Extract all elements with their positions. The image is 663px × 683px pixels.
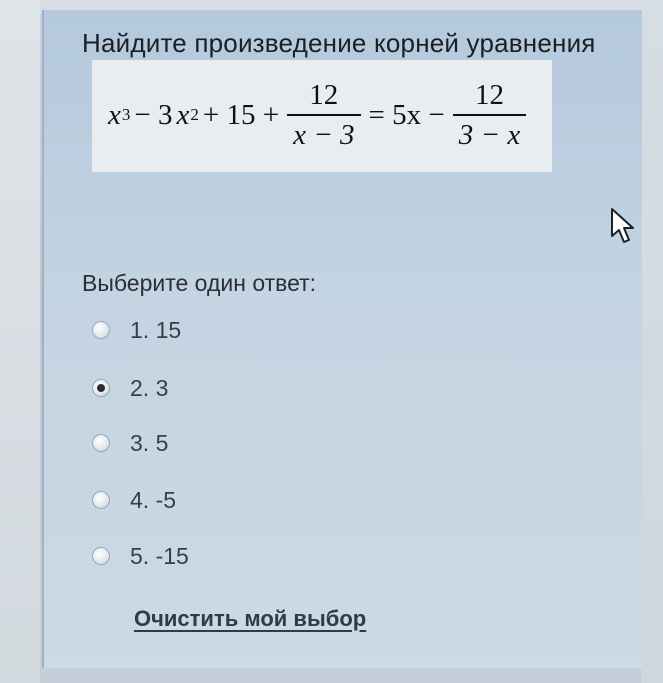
clear-choice-link[interactable]: Очистить мой выбор [134,606,366,632]
question-text: Найдите произведение корней уравнения [82,28,596,58]
mouse-pointer-icon [611,208,634,243]
exponent-3: 3 [121,105,131,124]
left-gutter [0,0,40,683]
term-plus-15: + 15 + [202,98,280,131]
radio-button-5[interactable] [92,547,110,565]
term-minus-3: − 3 [134,98,173,131]
radio-button-2[interactable] [92,379,110,397]
equation: x3 − 3x2 + 15 + 12 x − 3 = 5x − 12 3 − x [108,70,530,160]
option-3-label: 3. 5 [130,429,169,456]
term-equals-5x: = 5x − [368,98,445,131]
right-gutter [641,0,663,683]
radio-button-4[interactable] [92,491,110,509]
panel-bottom-border [42,668,642,670]
option-1[interactable]: 1. 15 [86,313,406,347]
fraction-2-denominator: 3 − x [452,113,527,150]
var-x: x [108,98,121,131]
option-2-label: 2. 3 [130,374,169,401]
fraction-2: 12 3 − x [452,78,527,150]
option-3[interactable]: 3. 5 [86,426,406,460]
fraction-1-denominator: x − 3 [287,113,361,150]
fraction-2-numerator: 12 [474,78,504,111]
option-2[interactable]: 2. 3 [86,371,406,405]
exponent-2: 2 [190,105,199,124]
option-1-label: 1. 15 [130,316,182,343]
radio-button-1[interactable] [92,321,110,339]
option-4[interactable]: 4. -5 [86,483,406,517]
fraction-1-numerator: 12 [309,78,339,111]
option-5-label: 5. -15 [130,542,189,569]
var-x-2: x [176,98,190,131]
quiz-screen: Найдите произведение корней уравнения x3… [0,0,663,683]
radio-button-3[interactable] [92,434,110,452]
answer-prompt: Выберите один ответ: [82,270,317,296]
option-4-label: 4. -5 [130,486,177,513]
option-5[interactable]: 5. -15 [86,539,406,573]
fraction-1: 12 x − 3 [287,78,361,150]
